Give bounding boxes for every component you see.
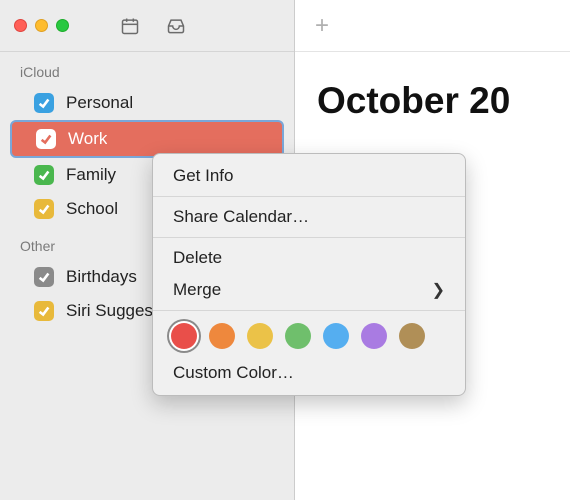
color-swatch-green[interactable] bbox=[285, 323, 311, 349]
calendar-name: Family bbox=[66, 165, 116, 185]
menu-label: Merge bbox=[173, 280, 221, 300]
checkbox-work[interactable] bbox=[36, 129, 56, 149]
calendars-toolbar-button[interactable] bbox=[119, 15, 141, 37]
color-swatch-purple[interactable] bbox=[361, 323, 387, 349]
menu-merge[interactable]: Merge ❯ bbox=[153, 274, 465, 306]
zoom-window-button[interactable] bbox=[56, 19, 69, 32]
main-toolbar: + bbox=[295, 0, 570, 52]
window-controls bbox=[14, 19, 69, 32]
menu-get-info[interactable]: Get Info bbox=[153, 160, 465, 192]
checkbox-school[interactable] bbox=[34, 199, 54, 219]
menu-label: Get Info bbox=[173, 166, 233, 186]
menu-separator bbox=[153, 196, 465, 197]
context-menu: Get Info Share Calendar… Delete Merge ❯ … bbox=[152, 153, 466, 396]
menu-share-calendar[interactable]: Share Calendar… bbox=[153, 201, 465, 233]
chevron-right-icon: ❯ bbox=[432, 280, 445, 300]
menu-delete[interactable]: Delete bbox=[153, 242, 465, 274]
close-window-button[interactable] bbox=[14, 19, 27, 32]
add-event-button[interactable]: + bbox=[315, 12, 329, 40]
color-swatch-blue[interactable] bbox=[323, 323, 349, 349]
inbox-toolbar-button[interactable] bbox=[165, 15, 187, 37]
section-label-icloud: iCloud bbox=[0, 52, 294, 86]
menu-label: Custom Color… bbox=[173, 363, 294, 383]
calendar-name: Personal bbox=[66, 93, 133, 113]
color-swatch-row bbox=[153, 315, 465, 357]
month-title: October 20 bbox=[295, 52, 570, 122]
color-swatch-yellow[interactable] bbox=[247, 323, 273, 349]
calendar-name: School bbox=[66, 199, 118, 219]
calendar-name: Birthdays bbox=[66, 267, 137, 287]
minimize-window-button[interactable] bbox=[35, 19, 48, 32]
checkbox-siri[interactable] bbox=[34, 301, 54, 321]
color-swatch-orange[interactable] bbox=[209, 323, 235, 349]
calendar-item-personal[interactable]: Personal bbox=[0, 86, 294, 120]
menu-custom-color[interactable]: Custom Color… bbox=[153, 357, 465, 389]
menu-label: Share Calendar… bbox=[173, 207, 309, 227]
checkbox-birthdays[interactable] bbox=[34, 267, 54, 287]
menu-separator bbox=[153, 310, 465, 311]
checkbox-personal[interactable] bbox=[34, 93, 54, 113]
calendar-name: Work bbox=[68, 129, 107, 149]
menu-separator bbox=[153, 237, 465, 238]
color-swatch-red[interactable] bbox=[171, 323, 197, 349]
color-swatch-brown[interactable] bbox=[399, 323, 425, 349]
titlebar bbox=[0, 0, 294, 52]
toolbar bbox=[119, 15, 187, 37]
checkbox-family[interactable] bbox=[34, 165, 54, 185]
menu-label: Delete bbox=[173, 248, 222, 268]
